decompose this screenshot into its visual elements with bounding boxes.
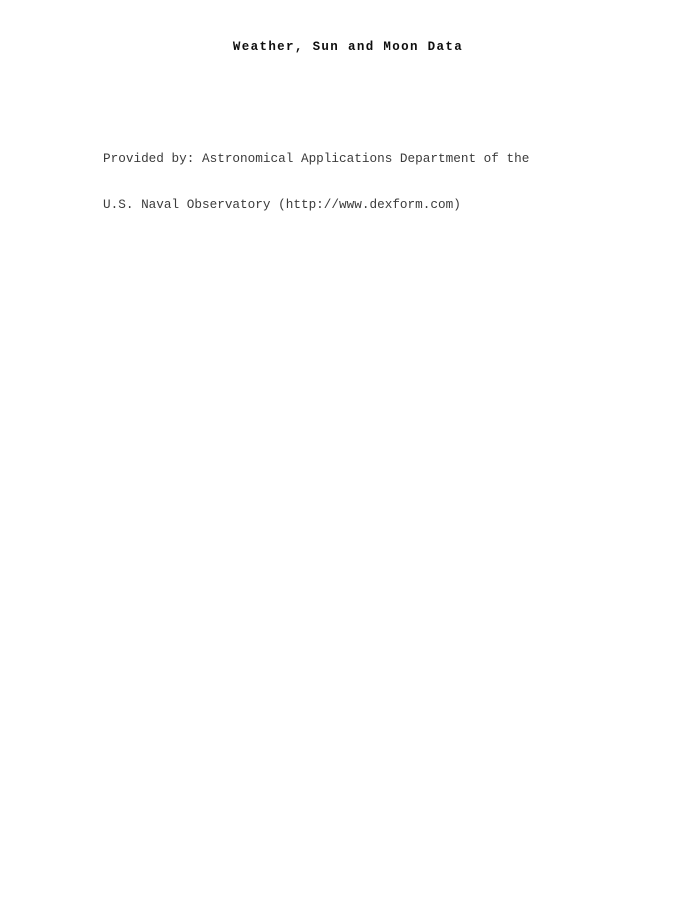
provided-by-line-1: Provided by: Astronomical Applications D…: [103, 151, 530, 167]
page-title: Weather, Sun and Moon Data: [232, 40, 464, 54]
document-page: Weather, Sun and Moon Data Provided by: …: [0, 0, 696, 900]
provided-by-paragraph: Provided by: Astronomical Applications D…: [103, 121, 583, 243]
provided-by-line-2: U.S. Naval Observatory (http://www.dexfo…: [103, 197, 461, 213]
